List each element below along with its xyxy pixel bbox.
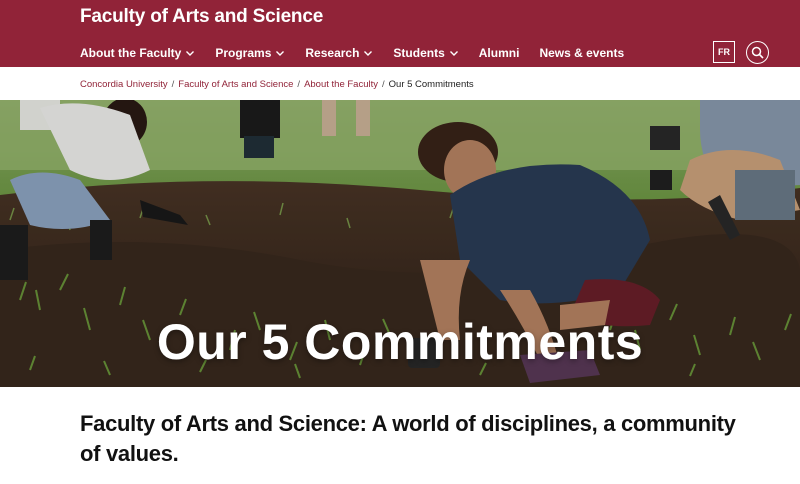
chevron-down-icon [275, 48, 285, 58]
breadcrumb: Concordia University / Faculty of Arts a… [80, 77, 474, 91]
nav-item-label: Alumni [478, 46, 520, 60]
chevron-down-icon [363, 48, 373, 58]
breadcrumb-separator: / [382, 78, 385, 90]
breadcrumb-link-concordia[interactable]: Concordia University [80, 79, 168, 90]
nav-item-about[interactable]: About the Faculty [80, 46, 195, 60]
breadcrumb-current: Our 5 Commitments [388, 78, 474, 90]
language-toggle-button[interactable]: FR [713, 41, 735, 63]
breadcrumb-separator: / [297, 78, 301, 90]
site-title[interactable]: Faculty of Arts and Science [80, 6, 323, 28]
breadcrumb-separator: / [171, 78, 175, 90]
nav-item-label: Programs [215, 46, 272, 60]
nav-item-news-events[interactable]: News & events [539, 46, 624, 60]
nav-item-programs[interactable]: Programs [215, 46, 285, 60]
site-header: Faculty of Arts and Science About the Fa… [0, 0, 800, 67]
breadcrumb-link-faculty[interactable]: Faculty of Arts and Science [178, 79, 293, 90]
breadcrumb-link-about[interactable]: About the Faculty [304, 79, 378, 90]
nav-item-students[interactable]: Students [393, 46, 458, 60]
nav-item-label: Students [393, 46, 445, 60]
hero-title: Our 5 Commitments [156, 314, 644, 370]
main-nav: About the Faculty Programs Research Stud… [80, 44, 644, 62]
nav-item-label: About the Faculty [80, 46, 182, 60]
search-button[interactable] [746, 41, 769, 64]
chevron-down-icon [449, 48, 459, 58]
nav-item-label: News & events [539, 46, 625, 60]
nav-item-alumni[interactable]: Alumni [479, 46, 520, 60]
search-icon [751, 46, 764, 59]
intro-heading: Faculty of Arts and Science: A world of … [80, 411, 736, 466]
hero-banner: Our 5 Commitments [0, 100, 800, 387]
nav-item-label: Research [305, 46, 360, 60]
chevron-down-icon [185, 48, 195, 58]
nav-item-research[interactable]: Research [305, 46, 373, 60]
